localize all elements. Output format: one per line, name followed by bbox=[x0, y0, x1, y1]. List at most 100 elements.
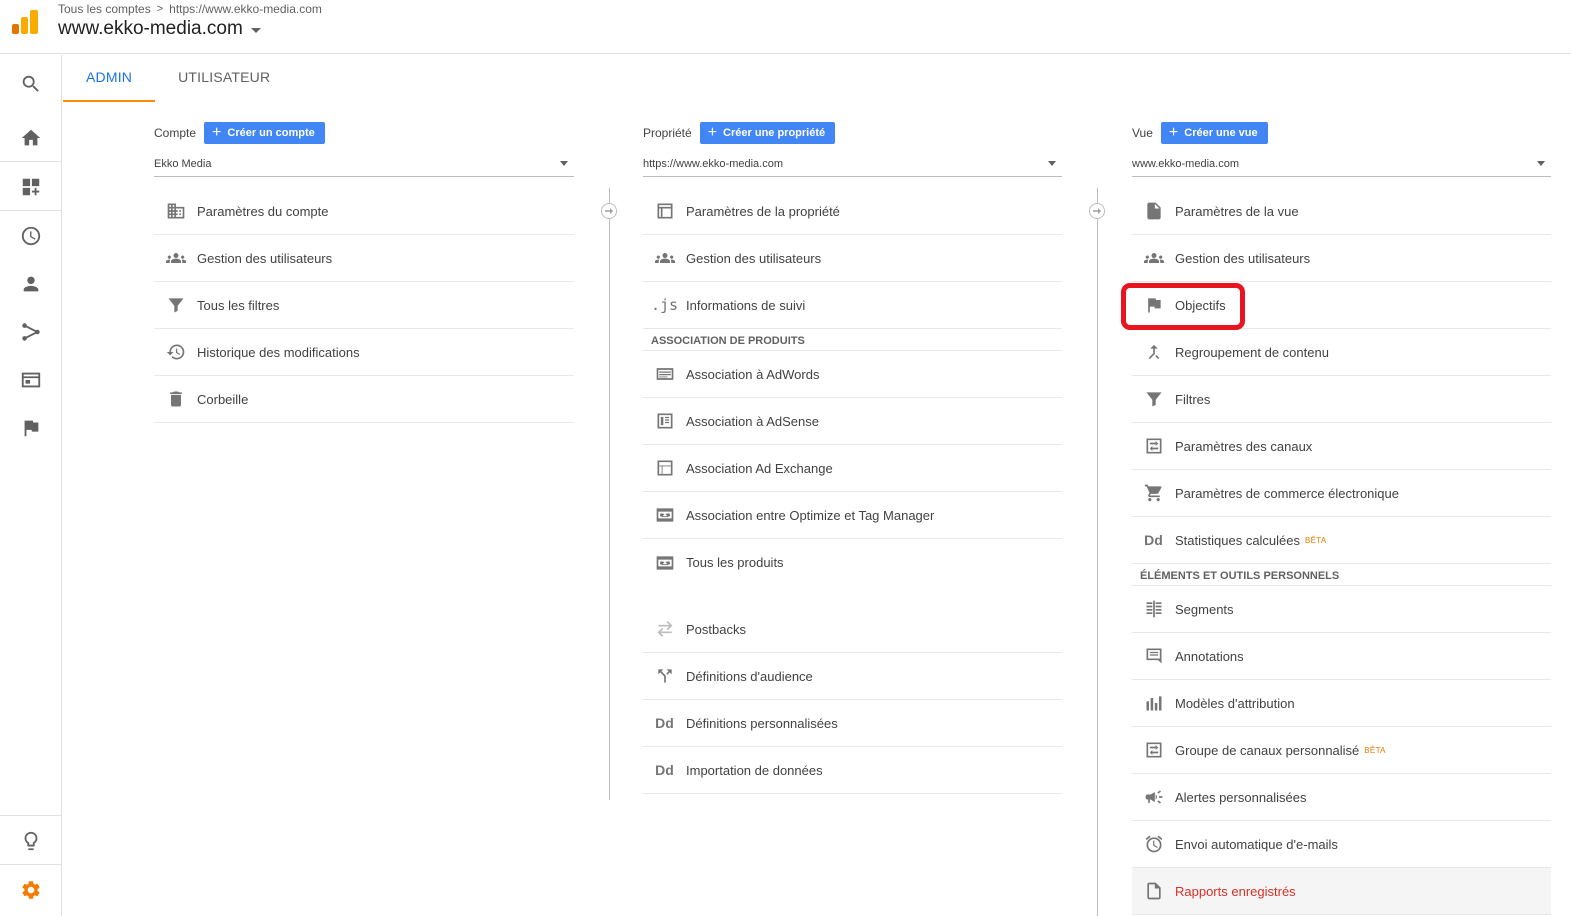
account-label: Compte bbox=[154, 125, 197, 140]
person-icon[interactable] bbox=[0, 260, 61, 308]
menu-item-label: Gestion des utilisateurs bbox=[1175, 250, 1311, 266]
menu-item-attribution-models[interactable]: Modèles d'attribution bbox=[1132, 680, 1551, 727]
section-product-linking: ASSOCIATION DE PRODUITS bbox=[643, 329, 1062, 351]
segments-icon bbox=[1132, 599, 1175, 619]
menu-item-label: Modèles d'attribution bbox=[1175, 695, 1295, 711]
account-selector[interactable]: www.ekko-media.com bbox=[58, 18, 261, 40]
view-dropdown-value: www.ekko-media.com bbox=[1132, 157, 1239, 170]
menu-item-trash[interactable]: Corbeille bbox=[154, 376, 574, 423]
menu-item-label: Gestion des utilisateurs bbox=[197, 250, 333, 266]
menu-item-all-products[interactable]: Tous les produits bbox=[643, 539, 1062, 586]
megaphone-icon bbox=[1132, 787, 1175, 807]
menu-item-account-users[interactable]: Gestion des utilisateurs bbox=[154, 235, 574, 282]
window-icon bbox=[643, 201, 686, 221]
document-icon bbox=[1132, 201, 1175, 221]
menu-item-content-grouping[interactable]: Regroupement de contenu bbox=[1132, 329, 1551, 376]
search-icon[interactable] bbox=[0, 60, 61, 108]
menu-item-label: Regroupement de contenu bbox=[1175, 344, 1329, 360]
flag-icon[interactable] bbox=[0, 404, 61, 452]
menu-item-saved-reports[interactable]: Rapports enregistrés bbox=[1132, 868, 1551, 915]
menu-item-scheduled-emails[interactable]: Envoi automatique d'e-mails bbox=[1132, 821, 1551, 868]
gear-icon[interactable] bbox=[0, 866, 61, 914]
menu-item-label: Groupe de canaux personnalisé bbox=[1175, 742, 1360, 758]
left-nav-rail bbox=[0, 55, 62, 916]
behavior-icon[interactable] bbox=[0, 356, 61, 404]
menu-item-audience-definitions[interactable]: Définitions d'audience bbox=[643, 653, 1062, 700]
people-icon bbox=[154, 248, 197, 268]
home-icon[interactable] bbox=[0, 114, 61, 162]
caret-down-icon bbox=[1048, 161, 1056, 166]
menu-item-label: Segments bbox=[1175, 601, 1234, 617]
chevron-right-icon: > bbox=[156, 3, 164, 15]
menu-item-label: Association entre Optimize et Tag Manage… bbox=[686, 507, 935, 523]
create-view-button[interactable]: + Créer une vue bbox=[1160, 121, 1268, 144]
menu-item-label: Paramètres de la vue bbox=[1175, 203, 1299, 219]
arrow-right-icon bbox=[601, 203, 617, 219]
alarm-icon bbox=[1132, 834, 1175, 854]
menu-item-account-settings[interactable]: Paramètres du compte bbox=[154, 188, 574, 235]
menu-item-view-settings[interactable]: Paramètres de la vue bbox=[1132, 188, 1551, 235]
menu-item-label: Association Ad Exchange bbox=[686, 460, 833, 476]
menu-item-postbacks[interactable]: Postbacks bbox=[643, 606, 1062, 653]
menu-item-custom-definitions[interactable]: Dd Définitions personnalisées bbox=[643, 700, 1062, 747]
acquisition-icon[interactable] bbox=[0, 308, 61, 356]
menu-item-adsense-link[interactable]: Association à AdSense bbox=[643, 398, 1062, 445]
menu-item-view-filters[interactable]: Filtres bbox=[1132, 376, 1551, 423]
flag-icon bbox=[1132, 295, 1175, 315]
history-icon bbox=[154, 342, 197, 362]
column-divider bbox=[1097, 188, 1098, 916]
menu-item-label: Postbacks bbox=[686, 621, 746, 637]
menu-item-adwords-link[interactable]: Association à AdWords bbox=[643, 351, 1062, 398]
menu-item-custom-channel-group[interactable]: Groupe de canaux personnalisé BÊTA bbox=[1132, 727, 1551, 774]
menu-item-label: Définitions personnalisées bbox=[686, 715, 838, 731]
menu-item-annotations[interactable]: Annotations bbox=[1132, 633, 1551, 680]
menu-item-channel-settings[interactable]: Paramètres des canaux bbox=[1132, 423, 1551, 470]
menu-item-label: Paramètres du compte bbox=[197, 203, 329, 219]
menu-item-calculated-metrics[interactable]: Dd Statistiques calculées BÊTA bbox=[1132, 517, 1551, 564]
menu-item-label: Tous les produits bbox=[686, 555, 784, 570]
menu-item-adexchange-link[interactable]: Association Ad Exchange bbox=[643, 445, 1062, 492]
breadcrumb: Tous les comptes > https://www.ekko-medi… bbox=[58, 2, 322, 16]
view-label: Vue bbox=[1132, 125, 1153, 140]
menu-item-view-users[interactable]: Gestion des utilisateurs bbox=[1132, 235, 1551, 282]
tab-admin[interactable]: ADMIN bbox=[63, 55, 156, 102]
property-label: Propriété bbox=[643, 125, 692, 140]
menu-item-segments[interactable]: Segments bbox=[1132, 586, 1551, 633]
menu-item-property-users[interactable]: Gestion des utilisateurs bbox=[643, 235, 1062, 282]
channels-icon bbox=[1132, 436, 1175, 456]
menu-item-change-history[interactable]: Historique des modifications bbox=[154, 329, 574, 376]
account-title: www.ekko-media.com bbox=[58, 18, 243, 39]
menu-item-all-filters[interactable]: Tous les filtres bbox=[154, 282, 574, 329]
breadcrumb-all-accounts[interactable]: Tous les comptes bbox=[58, 2, 151, 16]
clock-icon[interactable] bbox=[0, 212, 61, 260]
account-dropdown[interactable]: Ekko Media bbox=[154, 151, 574, 177]
property-dropdown-value: https://www.ekko-media.com bbox=[643, 157, 783, 170]
view-column: Vue + Créer une vue www.ekko-media.com P… bbox=[1132, 120, 1551, 915]
menu-item-custom-alerts[interactable]: Alertes personnalisées bbox=[1132, 774, 1551, 821]
menu-item-label: Objectifs bbox=[1175, 297, 1226, 313]
menu-item-tracking-info[interactable]: .js Informations de suivi bbox=[643, 282, 1062, 329]
menu-item-label: Association à AdWords bbox=[686, 366, 820, 382]
building-icon bbox=[154, 201, 197, 221]
create-account-button[interactable]: + Créer un compte bbox=[204, 121, 325, 144]
tab-user[interactable]: UTILISATEUR bbox=[155, 55, 293, 102]
admin-tabs: ADMIN UTILISATEUR bbox=[63, 55, 293, 102]
saved-report-icon bbox=[1132, 881, 1175, 901]
analytics-logo-icon[interactable] bbox=[12, 10, 38, 34]
customization-icon[interactable] bbox=[0, 163, 61, 211]
menu-item-label: Rapports enregistrés bbox=[1175, 883, 1296, 899]
bars-icon bbox=[1132, 693, 1175, 713]
plus-icon: + bbox=[212, 123, 222, 141]
menu-item-optimize-link[interactable]: Association entre Optimize et Tag Manage… bbox=[643, 492, 1062, 539]
create-property-button[interactable]: + Créer une propriété bbox=[699, 121, 836, 144]
property-dropdown[interactable]: https://www.ekko-media.com bbox=[643, 151, 1062, 177]
menu-item-property-settings[interactable]: Paramètres de la propriété bbox=[643, 188, 1062, 235]
menu-item-ecommerce-settings[interactable]: Paramètres de commerce électronique bbox=[1132, 470, 1551, 517]
menu-item-label: Importation de données bbox=[686, 762, 823, 778]
view-dropdown[interactable]: www.ekko-media.com bbox=[1132, 151, 1551, 177]
menu-item-data-import[interactable]: Dd Importation de données bbox=[643, 747, 1062, 794]
breadcrumb-property[interactable]: https://www.ekko-media.com bbox=[169, 2, 322, 16]
lightbulb-icon[interactable] bbox=[0, 817, 61, 865]
create-account-label: Créer un compte bbox=[227, 126, 315, 139]
menu-item-goals[interactable]: Objectifs bbox=[1132, 282, 1551, 329]
